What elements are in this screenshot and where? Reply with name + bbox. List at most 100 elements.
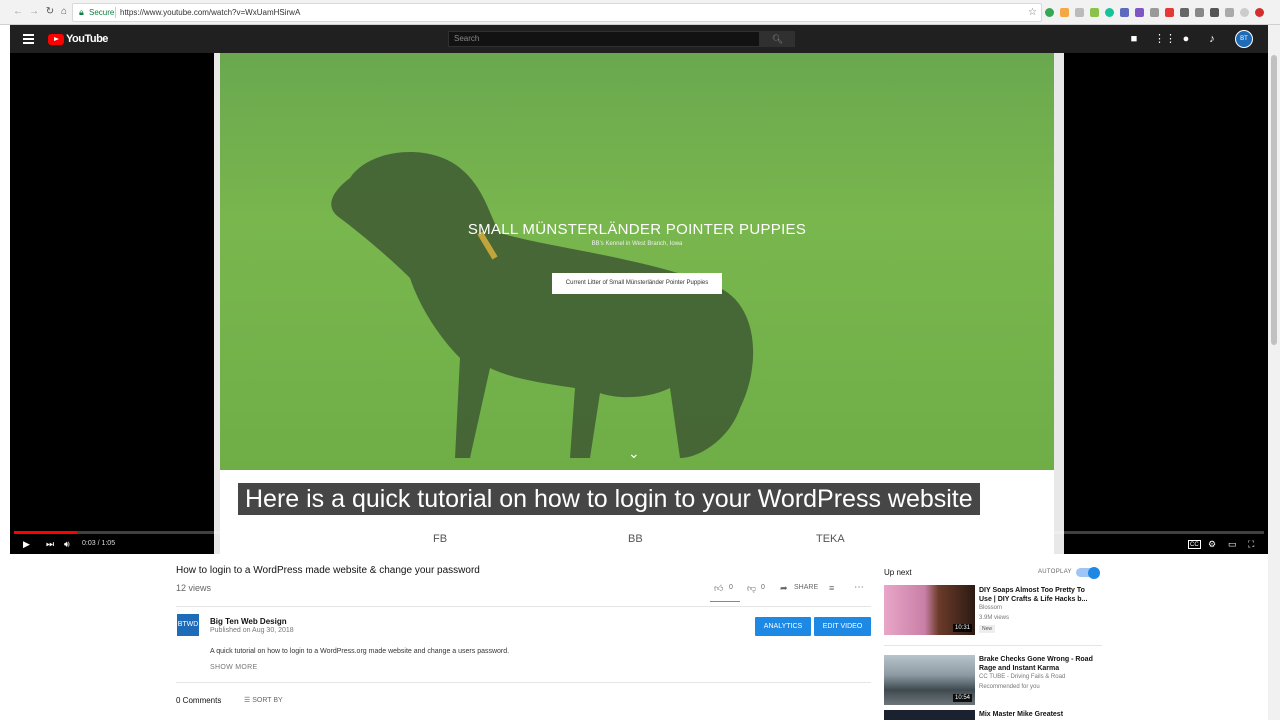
scrollbar-thumb[interactable] — [1271, 55, 1277, 345]
view-count: 12 views — [176, 583, 212, 593]
video-duration: 10:54 — [952, 694, 972, 702]
share-button[interactable]: SHARE — [794, 584, 818, 591]
extension-icon[interactable] — [1120, 8, 1129, 17]
thumbs-down-icon[interactable]: 👎︎ — [747, 583, 756, 594]
recommended-title[interactable]: Brake Checks Gone Wrong - Road Rage and … — [979, 655, 1097, 673]
comment-count: 0 Comments — [176, 696, 222, 705]
video-thumbnail[interactable]: 10:54 — [884, 655, 975, 705]
progress-bar[interactable] — [14, 531, 1264, 534]
logo-text: YouTube — [66, 33, 108, 45]
settings-gear-icon[interactable]: ⚙ — [1208, 538, 1216, 550]
search-icon: 🔍︎ — [771, 34, 784, 44]
show-more-button[interactable]: SHOW MORE — [210, 664, 257, 671]
website-hero: SMALL MÜNSTERLÄNDER POINTER PUPPIES BB's… — [220, 53, 1054, 470]
extension-icon[interactable] — [1240, 8, 1249, 17]
recommended-channel[interactable]: Blossom — [979, 605, 1002, 611]
url-text: https://www.youtube.com/watch?v=WxUamHSi… — [120, 8, 301, 17]
video-player[interactable]: SMALL MÜNSTERLÄNDER POINTER PUPPIES BB's… — [10, 53, 1268, 554]
bookmark-star-icon[interactable]: ☆ — [1028, 4, 1037, 21]
extension-icon[interactable] — [1075, 8, 1084, 17]
next-icon[interactable]: ⏭︎ — [46, 538, 54, 550]
footer-link: BB — [628, 533, 643, 545]
play-icon[interactable]: ▶ — [23, 538, 30, 550]
footer-link: TEKA — [816, 533, 845, 545]
sort-label: SORT BY — [252, 697, 283, 704]
browser-toolbar: ← → ↻ ⌂ 🔒︎ Secure https://www.youtube.co… — [0, 0, 1280, 25]
extension-icon[interactable] — [1165, 8, 1174, 17]
edit-video-button[interactable]: EDIT VIDEO — [814, 617, 871, 636]
divider — [176, 682, 871, 683]
extension-icon[interactable] — [1150, 8, 1159, 17]
extension-icon[interactable] — [1045, 8, 1054, 17]
extension-icon[interactable] — [1135, 8, 1144, 17]
channel-name[interactable]: Big Ten Web Design — [210, 617, 287, 626]
like-count: 0 — [729, 584, 733, 591]
search-input[interactable]: Search — [448, 31, 760, 47]
recommended-title[interactable]: DIY Soaps Almost Too Pretty To Use | DIY… — [979, 586, 1097, 604]
sort-icon: ☰ — [244, 697, 253, 704]
extension-icon[interactable] — [1225, 8, 1234, 17]
up-next-heading: Up next — [884, 568, 912, 577]
extension-icon[interactable] — [1210, 8, 1219, 17]
youtube-play-icon — [48, 33, 64, 45]
publish-date: Published on Aug 30, 2018 — [210, 627, 294, 634]
search-button[interactable]: 🔍︎ — [760, 31, 795, 47]
video-duration: 10:31 — [952, 624, 972, 632]
autoplay-label: AUTOPLAY — [1038, 569, 1072, 575]
avatar[interactable]: BT — [1235, 30, 1253, 48]
captions-button[interactable]: CC — [1188, 540, 1201, 549]
site-litter-button: Current Litter of Small Münsterländer Po… — [552, 273, 722, 294]
dislike-count: 0 — [761, 584, 765, 591]
site-subtitle: BB's Kennel in West Branch, Iowa — [591, 241, 683, 247]
create-video-icon[interactable]: ■ — [1128, 33, 1140, 45]
like-ratio-bar — [710, 601, 740, 602]
divider — [884, 645, 1102, 646]
messages-icon[interactable]: ● — [1180, 33, 1192, 45]
thumbs-up-icon[interactable]: 👍︎ — [714, 583, 723, 594]
page-scrollbar[interactable] — [1268, 25, 1280, 720]
miniplayer-icon[interactable]: ▭ — [1228, 538, 1237, 550]
recommended-views: 3.9M views — [979, 615, 1010, 621]
notifications-bell-icon[interactable]: ♪ — [1206, 33, 1218, 45]
extension-icon[interactable] — [1105, 8, 1114, 17]
autoplay-toggle[interactable] — [1076, 566, 1100, 579]
menu-icon[interactable] — [23, 34, 34, 44]
more-icon[interactable]: ⋯ — [854, 582, 864, 593]
extension-icon[interactable] — [1090, 8, 1099, 17]
channel-avatar[interactable]: BTWD — [177, 614, 199, 636]
video-caption: Here is a quick tutorial on how to login… — [238, 483, 980, 515]
dog-silhouette — [331, 151, 754, 458]
share-icon[interactable]: ➦ — [780, 583, 788, 594]
sort-by-button[interactable]: ☰ SORT BY — [244, 696, 283, 704]
lock-icon: 🔒︎ — [79, 7, 84, 17]
recommended-views: Recommended for you — [979, 684, 1040, 690]
fullscreen-icon[interactable]: ⛶ — [1248, 538, 1254, 550]
add-to-playlist-icon[interactable]: ≡ — [829, 583, 834, 593]
progress-fill — [14, 531, 77, 534]
secure-label: Secure — [89, 8, 115, 17]
address-bar[interactable]: 🔒︎ Secure https://www.youtube.com/watch?… — [72, 3, 1042, 22]
video-thumbnail[interactable] — [884, 710, 975, 720]
youtube-header: YouTube Search 🔍︎ ■ ⋮⋮ ● ♪ BT — [10, 25, 1268, 53]
forward-icon[interactable]: → — [28, 6, 40, 18]
home-icon[interactable]: ⌂ — [58, 6, 70, 18]
extension-icon[interactable] — [1060, 8, 1069, 17]
site-title: SMALL MÜNSTERLÄNDER POINTER PUPPIES — [467, 221, 807, 238]
apps-grid-icon[interactable]: ⋮⋮ — [1154, 33, 1176, 45]
extension-icon[interactable] — [1180, 8, 1189, 17]
extension-icon[interactable] — [1195, 8, 1204, 17]
extension-icon[interactable] — [1255, 8, 1264, 17]
video-thumbnail[interactable]: 10:31 — [884, 585, 975, 635]
recommended-channel[interactable]: CC TUBE - Driving Fails & Road — [979, 674, 1065, 680]
recommended-title[interactable]: Mix Master Mike Greatest — [979, 710, 1097, 719]
new-badge: New — [979, 625, 996, 633]
video-frame: SMALL MÜNSTERLÄNDER POINTER PUPPIES BB's… — [214, 53, 1064, 554]
reload-icon[interactable]: ↻ — [44, 6, 56, 18]
divider — [176, 606, 871, 607]
analytics-button[interactable]: ANALYTICS — [755, 617, 811, 636]
video-title: How to login to a WordPress made website… — [176, 565, 480, 576]
volume-icon[interactable]: 🔊︎ — [64, 538, 70, 550]
time-display: 0:03 / 1:05 — [82, 540, 116, 547]
back-icon[interactable]: ← — [12, 6, 24, 18]
youtube-logo[interactable]: YouTube — [48, 33, 108, 45]
